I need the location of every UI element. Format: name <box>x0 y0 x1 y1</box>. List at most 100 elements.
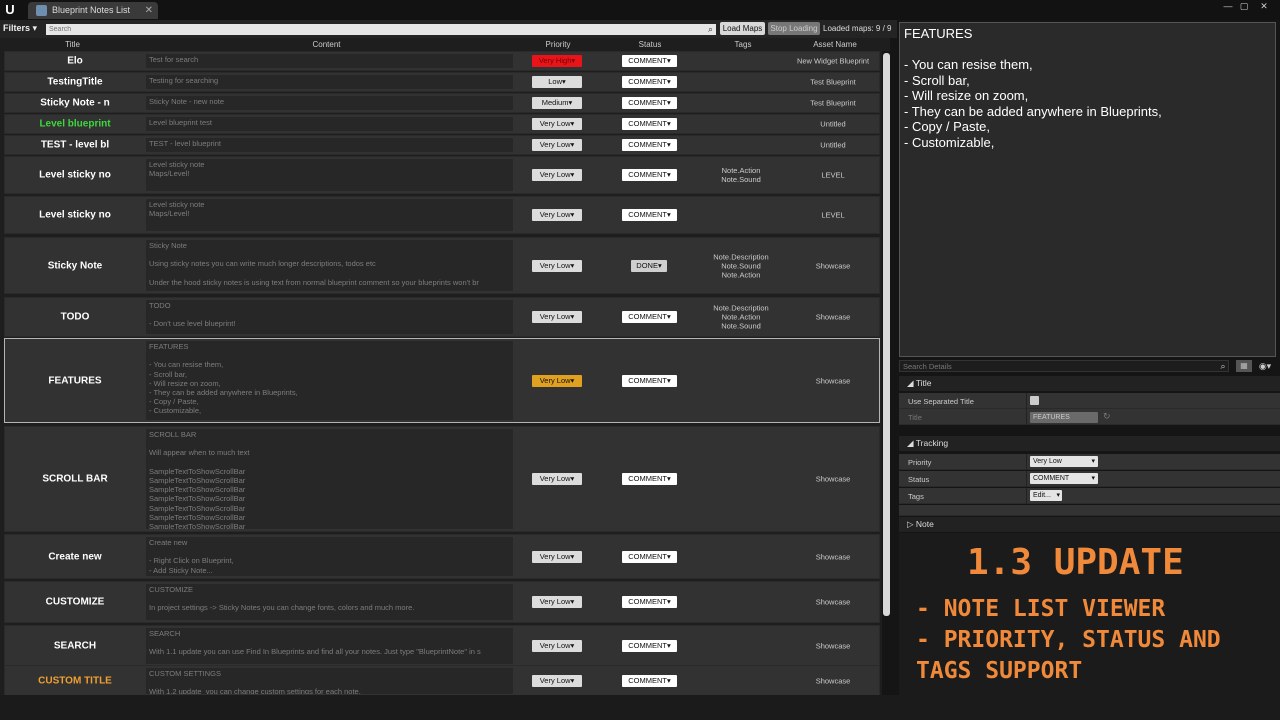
column-title[interactable]: Title <box>0 40 145 49</box>
row-title: SEARCH <box>53 640 97 652</box>
priority-dropdown[interactable]: Very Low▾ <box>532 118 582 130</box>
priority-dropdown[interactable]: Very Low▾ <box>1030 456 1098 467</box>
reset-icon[interactable]: ↻ <box>1103 411 1111 422</box>
priority-dropdown[interactable]: Very Low▾ <box>532 550 582 563</box>
priority-dropdown[interactable]: Very Low▾ <box>532 374 582 387</box>
status-dropdown[interactable]: COMMENT▾ <box>622 640 677 652</box>
row-tags: Note.Action Note.Sound <box>721 166 761 184</box>
table-row[interactable]: SCROLL BAR SCROLL BAR Will appear when to… <box>4 426 880 532</box>
priority-dropdown[interactable]: Very Low▾ <box>532 640 582 652</box>
filters-label: Filters <box>3 23 31 33</box>
table-row[interactable]: Elo Test for search Very High▾ COMMENT▾ New … <box>4 51 880 71</box>
column-priority[interactable]: Priority <box>528 40 588 49</box>
row-content[interactable]: SEARCH With 1.1 update you can use Find … <box>146 628 513 664</box>
column-tags[interactable]: Tags <box>713 40 773 49</box>
status-dropdown[interactable]: COMMENT▾ <box>622 76 677 88</box>
status-dropdown[interactable]: DONE▾ <box>631 259 667 272</box>
stop-loading-button[interactable]: Stop Loading <box>768 22 820 35</box>
row-content[interactable]: TODO - Don't use level blueprint! <box>146 300 513 334</box>
minimize-button[interactable]: — <box>1221 1 1235 11</box>
section-note-label: Note <box>915 519 934 529</box>
section-title[interactable]: ◢ Title <box>899 376 1280 391</box>
priority-value: Very Low <box>539 210 571 219</box>
priority-dropdown[interactable]: Very Low▾ <box>532 259 582 272</box>
row-content[interactable]: TEST - level blueprint <box>146 138 513 152</box>
filters-dropdown[interactable]: Filters ▾ <box>3 23 37 34</box>
row-content[interactable]: CUSTOM SETTINGS With 1.2 update you can … <box>146 668 513 694</box>
row-content[interactable]: CUSTOMIZE In project settings -> Sticky … <box>146 584 513 620</box>
status-dropdown[interactable]: COMMENT▾ <box>622 97 677 109</box>
search-input[interactable] <box>46 24 716 35</box>
status-value: COMMENT <box>628 312 667 321</box>
search-icon[interactable]: ⌕ <box>705 24 716 35</box>
status-dropdown[interactable]: COMMENT▾ <box>622 139 677 151</box>
table-row[interactable]: Create new Create new - Right Click on Bl… <box>4 534 880 579</box>
priority-dropdown[interactable]: Low▾ <box>532 76 582 88</box>
status-dropdown[interactable]: COMMENT▾ <box>622 55 677 67</box>
row-content[interactable]: Sticky Note - new note <box>146 96 513 110</box>
table-row[interactable]: CUSTOMIZE CUSTOMIZE In project settings -… <box>4 581 880 623</box>
table-row[interactable]: TODO TODO - Don't use level blueprint! Ver… <box>4 297 880 337</box>
list-scrollbar[interactable] <box>883 53 890 616</box>
grid-icon[interactable]: ▦ <box>1236 360 1252 372</box>
row-content[interactable]: Level sticky note Maps/Level! <box>146 159 513 191</box>
status-dropdown[interactable]: COMMENT▾ <box>622 118 677 130</box>
priority-dropdown[interactable]: Medium▾ <box>532 97 582 109</box>
tab-blueprint-notes-list[interactable]: Blueprint Notes List ✕ <box>28 2 158 19</box>
priority-dropdown[interactable]: Very Low▾ <box>532 169 582 181</box>
column-asset-name[interactable]: Asset Name <box>795 40 875 49</box>
eye-icon[interactable]: ◉▾ <box>1256 360 1274 372</box>
priority-dropdown[interactable]: Very Low▾ <box>532 311 582 323</box>
row-content[interactable]: Create new - Right Click on Blueprint, -… <box>146 537 513 576</box>
load-maps-button[interactable]: Load Maps <box>720 22 765 35</box>
tab-close-icon[interactable]: ✕ <box>145 2 153 19</box>
details-search-input[interactable]: Search Details <box>899 360 1229 372</box>
table-row[interactable]: TEST - level bl TEST - level blueprint Ver… <box>4 135 880 155</box>
status-dropdown[interactable]: COMMENT▾ <box>622 596 677 608</box>
row-content[interactable]: Sticky Note Using sticky notes you can w… <box>146 240 513 291</box>
priority-dropdown[interactable]: Very Low▾ <box>532 473 582 485</box>
status-dropdown[interactable]: COMMENT▾ <box>622 209 677 221</box>
close-window-button[interactable]: ✕ <box>1257 1 1271 11</box>
status-dropdown[interactable]: COMMENT▾ <box>622 311 677 323</box>
status-value: COMMENT <box>628 641 667 650</box>
column-content[interactable]: Content <box>145 40 508 49</box>
priority-dropdown[interactable]: Very High▾ <box>532 55 582 67</box>
status-dropdown[interactable]: COMMENT▾ <box>622 550 677 563</box>
table-row[interactable]: Level blueprint Level blueprint test Very … <box>4 114 880 134</box>
status-value: COMMENT <box>628 77 667 86</box>
row-content[interactable]: FEATURES - You can resise them, - Scroll… <box>146 341 513 420</box>
row-content[interactable]: Testing for searching <box>146 75 513 89</box>
maximize-button[interactable]: ▢ <box>1237 1 1251 11</box>
status-dropdown[interactable]: COMMENT▾ <box>622 374 677 387</box>
column-status[interactable]: Status <box>620 40 680 49</box>
priority-dropdown[interactable]: Very Low▾ <box>532 139 582 151</box>
row-title: CUSTOMIZE <box>45 596 105 608</box>
status-dropdown[interactable]: COMMENT▾ <box>622 473 677 485</box>
tags-edit-button[interactable]: Edit... ▾ <box>1030 490 1062 501</box>
priority-dropdown[interactable]: Very Low▾ <box>532 675 582 687</box>
row-content[interactable]: Test for search <box>146 54 513 68</box>
use-separated-title-checkbox[interactable] <box>1030 396 1039 405</box>
table-row[interactable]: TestingTitle Testing for searching Low▾ COM… <box>4 72 880 92</box>
table-row[interactable]: FEATURES FEATURES - You can resise them, … <box>4 338 880 423</box>
section-note[interactable]: ▷ Note <box>899 517 1280 532</box>
status-dropdown[interactable]: COMMENT▾ <box>1030 473 1098 484</box>
title-field[interactable]: FEATURES <box>1030 412 1098 423</box>
table-row[interactable]: CUSTOM TITLE CUSTOM SETTINGS With 1.2 upd… <box>4 665 880 695</box>
priority-dropdown[interactable]: Very Low▾ <box>532 596 582 608</box>
row-content[interactable]: SCROLL BAR Will appear when to much text… <box>146 429 513 529</box>
row-content[interactable]: Level sticky note Maps/Level! <box>146 199 513 231</box>
search-icon[interactable]: ⌕ <box>1217 360 1229 372</box>
section-tracking[interactable]: ◢ Tracking <box>899 436 1280 451</box>
table-row[interactable]: Sticky Note Sticky Note Using sticky note… <box>4 237 880 294</box>
status-dropdown[interactable]: COMMENT▾ <box>622 169 677 181</box>
priority-dropdown[interactable]: Very Low▾ <box>532 209 582 221</box>
table-row[interactable]: SEARCH SEARCH With 1.1 update you can use… <box>4 625 880 667</box>
row-content[interactable]: Level blueprint test <box>146 117 513 131</box>
status-dropdown[interactable]: COMMENT▾ <box>622 675 677 687</box>
table-row[interactable]: Sticky Note - n Sticky Note - new note Med… <box>4 93 880 113</box>
priority-value: Very Low <box>539 641 571 650</box>
table-row[interactable]: Level sticky no Level sticky note Maps/Le… <box>4 156 880 194</box>
table-row[interactable]: Level sticky no Level sticky note Maps/Le… <box>4 196 880 234</box>
